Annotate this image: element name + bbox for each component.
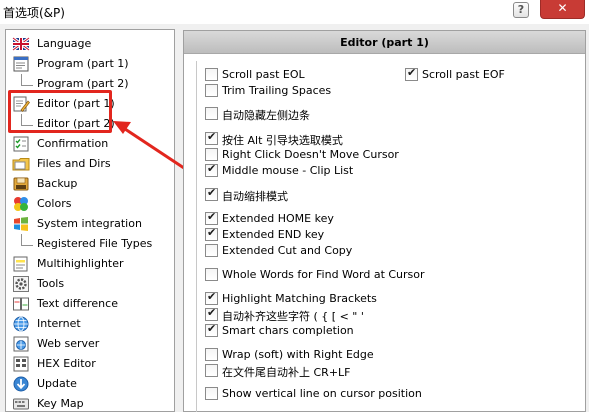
tree-item-label: Web server [37, 337, 100, 350]
panel-header: Editor (part 1) [184, 31, 585, 54]
tree-item-program-part1[interactable]: Program (part 1) [10, 54, 174, 74]
checkbox-box[interactable] [205, 306, 218, 321]
palette-icon [14, 197, 28, 211]
options-area: Scroll past EOL Trim Trailing Spaces 自动隐… [196, 61, 581, 412]
tree-item-label: Registered File Types [37, 237, 153, 250]
tree-item-update[interactable]: Update [10, 374, 174, 394]
checkbox-label: Whole Words for Find Word at Cursor [222, 268, 425, 281]
tree-item-tools[interactable]: Tools [10, 274, 174, 294]
tree-item-label: Update [37, 377, 77, 390]
tree-item-internet[interactable]: Internet [10, 314, 174, 334]
tree-item-web-server[interactable]: Web server [10, 334, 174, 354]
tree-item-label: Multihighlighter [37, 257, 124, 270]
checkbox-box[interactable] [205, 107, 218, 120]
checkbox-box[interactable] [205, 226, 218, 241]
checkbox-label: Smart chars completion [222, 324, 354, 337]
highlight-annotation-box [8, 90, 112, 133]
checkbox-label: Right Click Doesn't Move Cursor [222, 148, 399, 161]
checkbox-box[interactable] [205, 387, 218, 400]
tree-item-label: Files and Dirs [37, 157, 111, 170]
checkbox-box[interactable] [205, 290, 218, 305]
checkbox-box[interactable] [205, 364, 218, 377]
checklist-icon [13, 136, 29, 152]
tree-item-label: Confirmation [37, 137, 109, 150]
checkbox-label: 按住 Alt 引导块选取模式 [222, 134, 343, 147]
web-server-icon [13, 336, 29, 352]
highlight-icon [13, 256, 28, 272]
tree-item-label: HEX Editor [37, 357, 96, 370]
options-panel: Editor (part 1) Scroll past EOL Trim Tra… [183, 30, 586, 412]
update-icon [13, 376, 29, 392]
checkbox-label: Extended END key [222, 228, 325, 241]
tree-item-label: Colors [37, 197, 72, 210]
windows-logo-icon [14, 217, 28, 231]
checkbox-label: Highlight Matching Brackets [222, 292, 377, 305]
checkbox-box[interactable] [205, 130, 218, 145]
checkbox-box[interactable] [205, 210, 218, 225]
tree-item-backup[interactable]: Backup [10, 174, 174, 194]
checkbox-label: Wrap (soft) with Right Edge [222, 348, 374, 361]
tree-item-label: Program (part 1) [37, 57, 129, 70]
tree-item-label: Backup [37, 177, 78, 190]
window-title: 首选项(&P) [3, 6, 65, 20]
checkbox-label: Scroll past EOF [422, 68, 505, 81]
tree-item-label: Program (part 2) [37, 77, 129, 90]
tree-connector [21, 74, 33, 86]
tree-item-key-map[interactable]: Key Map [10, 394, 174, 412]
checkbox-label: Scroll past EOL [222, 68, 305, 81]
tree-item-label: Key Map [37, 397, 84, 410]
tree-item-multihighlighter[interactable]: Multihighlighter [10, 254, 174, 274]
diff-icon [13, 297, 29, 311]
tree-item-colors[interactable]: Colors [10, 194, 174, 214]
checkbox-box[interactable] [205, 322, 218, 337]
checkbox-box[interactable] [205, 244, 218, 257]
window-icon [13, 56, 29, 72]
tree-item-label: Language [37, 37, 92, 50]
category-tree: Language Program (part 1) Program (part … [5, 29, 175, 412]
checkbox-label: Extended HOME key [222, 212, 334, 225]
uk-flag-icon [12, 36, 30, 52]
checkbox-label: 自动缩排模式 [222, 190, 288, 203]
folder-icon [12, 158, 30, 171]
checkbox-box[interactable] [205, 348, 218, 361]
checkbox-label: Middle mouse - Clip List [222, 164, 354, 177]
checkbox-label: Trim Trailing Spaces [222, 84, 332, 97]
keymap-icon [13, 398, 29, 410]
tree-connector [21, 234, 33, 246]
checkbox-box[interactable] [205, 186, 218, 201]
checkbox-label: Extended Cut and Copy [222, 244, 353, 257]
backup-icon [13, 177, 29, 191]
checkbox-box[interactable] [405, 66, 418, 81]
checkbox-label: Show vertical line on cursor position [222, 387, 422, 400]
tree-item-label: Text difference [37, 297, 118, 310]
tree-item-confirmation[interactable]: Confirmation [10, 134, 174, 154]
hex-icon [13, 356, 29, 372]
help-button[interactable]: ? [513, 2, 529, 18]
tree-item-files-and-dirs[interactable]: Files and Dirs [10, 154, 174, 174]
tree-item-system-integration[interactable]: System integration [10, 214, 174, 234]
title-bar: 首选项(&P) ? ✕ [0, 0, 589, 24]
checkbox-label: 自动补齐这些字符 ( { [ < " ' [222, 310, 364, 323]
checkbox-box[interactable] [205, 68, 218, 81]
tree-item-registered-file-types[interactable]: Registered File Types [10, 234, 174, 254]
checkbox-label: 在文件尾自动补上 CR+LF [222, 366, 351, 379]
globe-icon [13, 316, 29, 332]
checkbox-box[interactable] [205, 162, 218, 177]
close-button[interactable]: ✕ [540, 0, 585, 19]
tree-item-label: System integration [37, 217, 142, 230]
tree-item-label: Internet [37, 317, 81, 330]
tree-item-hex-editor[interactable]: HEX Editor [10, 354, 174, 374]
checkbox-label: 自动隐藏左侧边条 [222, 109, 310, 122]
checkbox-box[interactable] [205, 268, 218, 281]
tree-item-language[interactable]: Language [10, 34, 174, 54]
tree-item-label: Tools [37, 277, 65, 290]
checkbox-box[interactable] [205, 84, 218, 97]
checkbox-box[interactable] [205, 148, 218, 161]
gear-icon [13, 276, 29, 292]
tree-item-text-difference[interactable]: Text difference [10, 294, 174, 314]
